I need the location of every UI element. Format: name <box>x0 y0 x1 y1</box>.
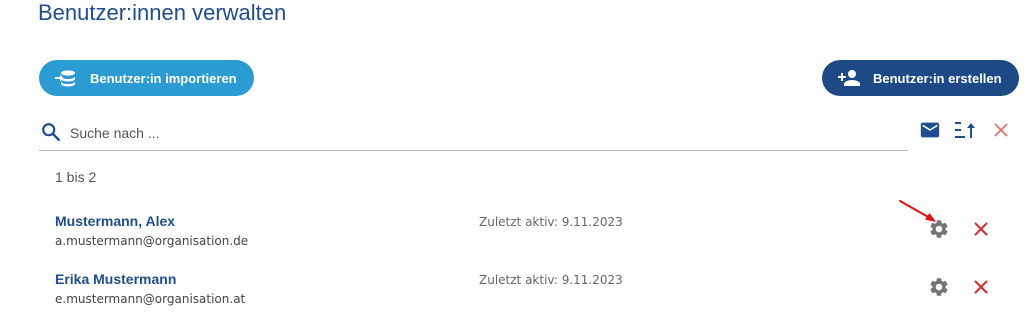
sort-button[interactable] <box>953 120 977 144</box>
create-user-button[interactable]: Benutzer:in erstellen <box>822 60 1019 96</box>
clear-filter-button[interactable] <box>989 120 1013 144</box>
settings-button[interactable] <box>927 277 951 301</box>
import-user-button[interactable]: Benutzer:in importieren <box>39 60 254 96</box>
annotation-arrow-icon <box>899 200 936 222</box>
user-name[interactable]: Mustermann, Alex <box>55 213 175 229</box>
page-title: Benutzer:innen verwalten <box>38 0 287 25</box>
result-count: 1 bis 2 <box>55 169 97 185</box>
mail-icon <box>919 119 941 146</box>
user-email: e.mustermann@organisation.at <box>55 292 246 306</box>
person-add-icon <box>837 66 861 90</box>
delete-icon <box>970 276 992 303</box>
user-email: a.mustermann@organisation.de <box>55 234 249 248</box>
close-icon <box>990 119 1012 146</box>
gear-icon <box>928 276 950 303</box>
search-bar <box>39 116 908 151</box>
delete-icon <box>970 218 992 245</box>
delete-user-button[interactable] <box>969 277 993 301</box>
search-input[interactable] <box>68 120 872 146</box>
sort-icon <box>953 118 977 147</box>
import-icon <box>54 66 78 90</box>
delete-user-button[interactable] <box>969 219 993 243</box>
user-row: Mustermann, Alex a.mustermann@organisati… <box>0 210 1032 260</box>
create-user-label: Benutzer:in erstellen <box>873 70 1002 86</box>
user-name[interactable]: Erika Mustermann <box>55 271 176 287</box>
search-icon <box>40 121 62 143</box>
user-row: Erika Mustermann e.mustermann@organisati… <box>0 268 1032 318</box>
last-active: Zuletzt aktiv: 9.11.2023 <box>479 215 623 229</box>
import-user-label: Benutzer:in importieren <box>90 70 237 86</box>
mail-button[interactable] <box>918 120 942 144</box>
last-active: Zuletzt aktiv: 9.11.2023 <box>479 273 623 287</box>
